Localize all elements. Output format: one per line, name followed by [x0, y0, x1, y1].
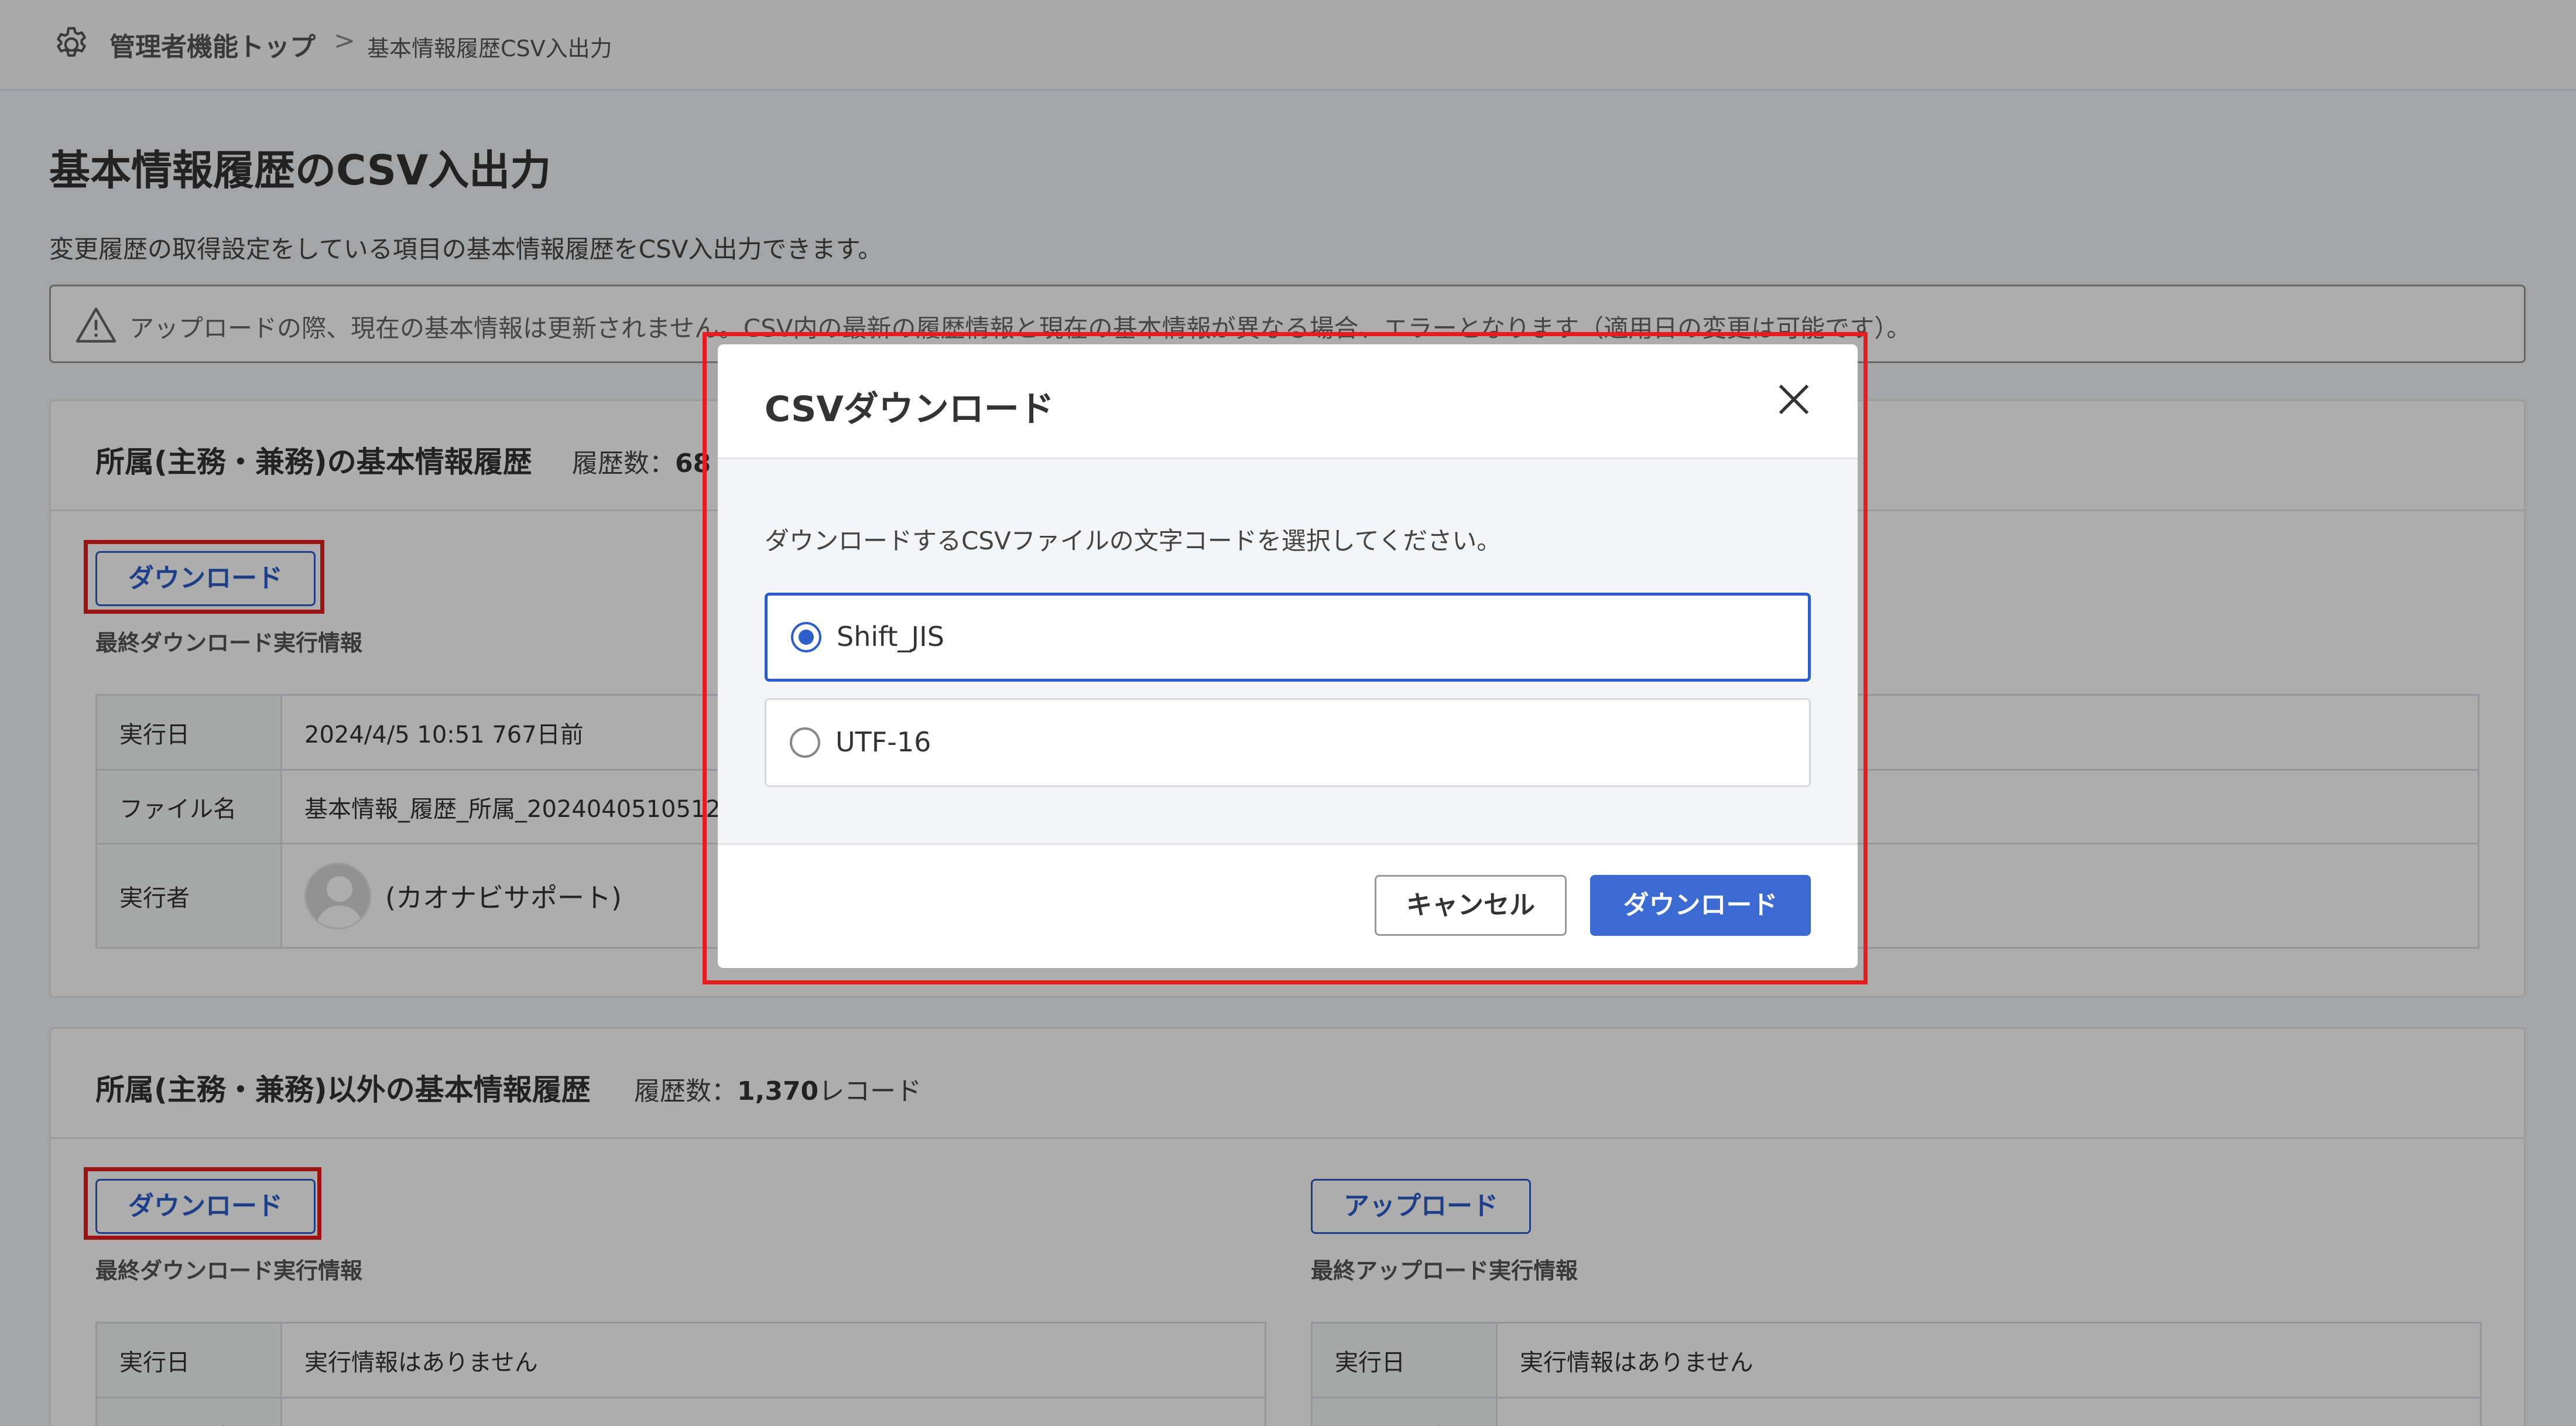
- radio-selected-icon[interactable]: [791, 622, 821, 652]
- cancel-button[interactable]: キャンセル: [1375, 875, 1567, 936]
- dialog-description: ダウンロードするCSVファイルの文字コードを選択してください。: [765, 526, 1502, 555]
- dialog-footer: キャンセル ダウンロード: [718, 843, 1858, 968]
- encoding-option-utf-16[interactable]: UTF-16: [765, 698, 1811, 787]
- encoding-option-label: UTF-16: [835, 726, 931, 758]
- close-icon[interactable]: [1770, 376, 1817, 423]
- csv-download-dialog: CSVダウンロード ダウンロードするCSVファイルの文字コードを選択してください…: [718, 344, 1858, 968]
- confirm-download-button[interactable]: ダウンロード: [1590, 875, 1811, 936]
- radio-unselected-icon[interactable]: [790, 727, 820, 758]
- encoding-option-label: Shift_JIS: [837, 621, 944, 652]
- encoding-option-shift-jis[interactable]: Shift_JIS: [765, 593, 1811, 682]
- dialog-header: CSVダウンロード: [718, 344, 1858, 459]
- dialog-title: CSVダウンロード: [765, 389, 1054, 430]
